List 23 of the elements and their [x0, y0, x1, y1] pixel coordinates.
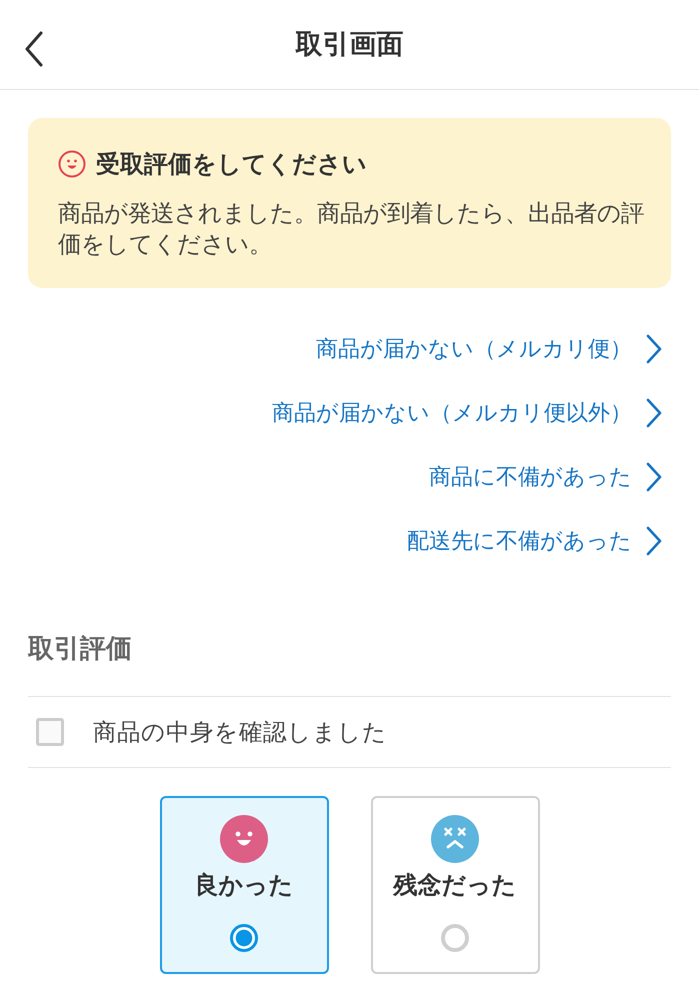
- checkbox-label: 商品の中身を確認しました: [93, 717, 387, 747]
- notice-title: 受取評価をしてください: [96, 149, 367, 179]
- help-link[interactable]: 配送先に不備があった: [407, 509, 662, 573]
- section-title: 取引評価: [28, 633, 132, 666]
- chevron-right-icon: [646, 398, 662, 428]
- smiley-icon: [58, 150, 86, 178]
- back-button[interactable]: [24, 31, 44, 67]
- chevron-right-icon: [646, 526, 662, 556]
- chevron-left-icon: [24, 31, 44, 67]
- rating-option[interactable]: 残念だった: [370, 796, 540, 974]
- notice-text: 商品が発送されました。商品が到着したら、出品者の評価をしてください。: [58, 199, 645, 260]
- rating-option[interactable]: 良かった: [160, 796, 328, 974]
- checkbox[interactable]: [36, 718, 64, 746]
- help-link[interactable]: 商品が届かない（メルカリ便）: [316, 317, 662, 381]
- screen-title: 取引画面: [296, 28, 404, 62]
- chevron-right-icon: [646, 462, 662, 492]
- help-link[interactable]: 商品に不備があった: [429, 445, 662, 509]
- help-link[interactable]: 商品が届かない（メルカリ便以外）: [272, 381, 662, 445]
- chevron-right-icon: [646, 334, 662, 364]
- radio-button[interactable]: [441, 924, 469, 952]
- radio-button[interactable]: [230, 924, 258, 952]
- sad-face-icon: [431, 815, 479, 863]
- happy-face-icon: [220, 815, 268, 863]
